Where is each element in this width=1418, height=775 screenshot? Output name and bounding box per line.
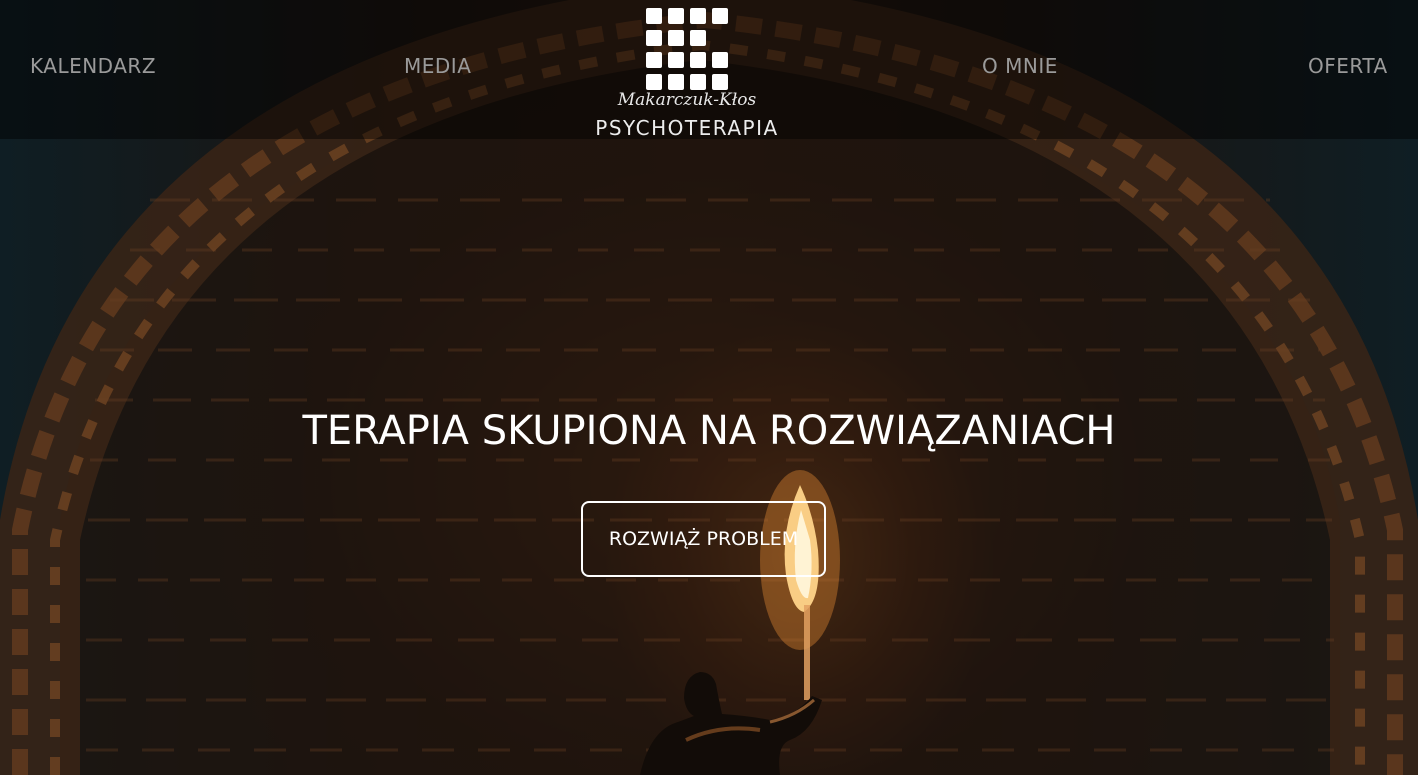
cta-button[interactable]: ROZWIĄŻ PROBLEM bbox=[581, 501, 826, 577]
top-navigation-bar: KALENDARZ MEDIA O MNIE OFERTA Makarczuk-… bbox=[0, 0, 1418, 142]
site-logo[interactable]: Makarczuk-Kłos PSYCHOTERAPIA bbox=[583, 8, 791, 142]
hero-section: KALENDARZ MEDIA O MNIE OFERTA Makarczuk-… bbox=[0, 0, 1418, 775]
logo-grid-icon bbox=[646, 8, 728, 90]
hero-headline: TERAPIA SKUPIONA NA ROZWIĄZANIACH bbox=[302, 408, 1116, 454]
logo-script-name: Makarczuk-Kłos bbox=[617, 90, 757, 110]
nav-link-o-mnie[interactable]: O MNIE bbox=[982, 54, 1058, 78]
logo-wordmark: PSYCHOTERAPIA bbox=[595, 116, 779, 140]
nav-link-oferta[interactable]: OFERTA bbox=[1308, 54, 1388, 78]
nav-link-kalendarz[interactable]: KALENDARZ bbox=[30, 54, 156, 78]
nav-link-media[interactable]: MEDIA bbox=[404, 54, 471, 78]
